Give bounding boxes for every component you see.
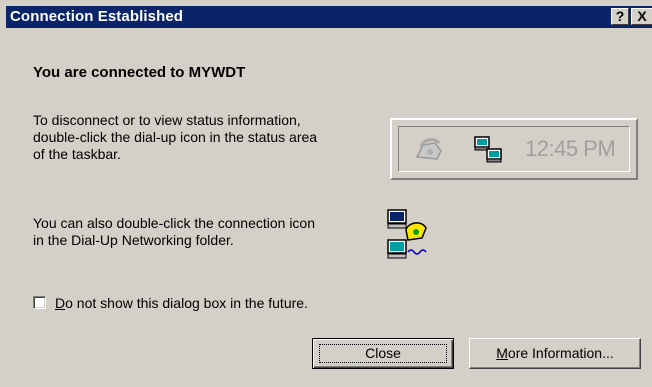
tray-inset: 12:45 PM: [398, 126, 630, 172]
close-button[interactable]: Close: [312, 338, 454, 369]
dont-show-again-checkbox[interactable]: [33, 296, 46, 309]
help-button[interactable]: ?: [611, 8, 629, 25]
disconnect-instructions: To disconnect or to view status informat…: [33, 112, 373, 163]
window-title: Connection Established: [10, 8, 184, 25]
close-window-button[interactable]: X: [631, 8, 652, 25]
connected-heading: You are connected to MYWDT: [33, 64, 246, 81]
phone-icon: [413, 135, 445, 168]
dont-show-again-label[interactable]: Do not show this dialog box in the futur…: [55, 294, 308, 312]
title-bar[interactable]: Connection Established ? X: [6, 6, 652, 28]
taskbar-tray-preview: 12:45 PM: [390, 118, 638, 180]
focus-rectangle: [319, 344, 447, 363]
dialup-connection-icon: [473, 135, 507, 168]
more-information-label: ore Information...: [507, 345, 614, 361]
instructions-line: of the taskbar.: [33, 146, 121, 162]
alternate-line: You can also double-click the connection…: [33, 215, 316, 231]
alternate-line: in the Dial-Up Networking folder.: [33, 232, 234, 248]
connection-established-dialog: Connection Established ? X You are conne…: [0, 0, 652, 387]
more-information-button[interactable]: More Information...: [469, 338, 641, 369]
instructions-line: To disconnect or to view status informat…: [33, 112, 301, 128]
accelerator-letter: M: [496, 345, 508, 361]
label-text: o not show this dialog box in the future…: [65, 295, 308, 311]
instructions-line: double-click the dial-up icon in the sta…: [33, 129, 318, 145]
dialup-networking-icon: [386, 208, 434, 263]
alternate-instructions: You can also double-click the connection…: [33, 215, 373, 249]
tray-clock: 12:45 PM: [525, 136, 616, 161]
accelerator-letter: D: [55, 295, 66, 311]
